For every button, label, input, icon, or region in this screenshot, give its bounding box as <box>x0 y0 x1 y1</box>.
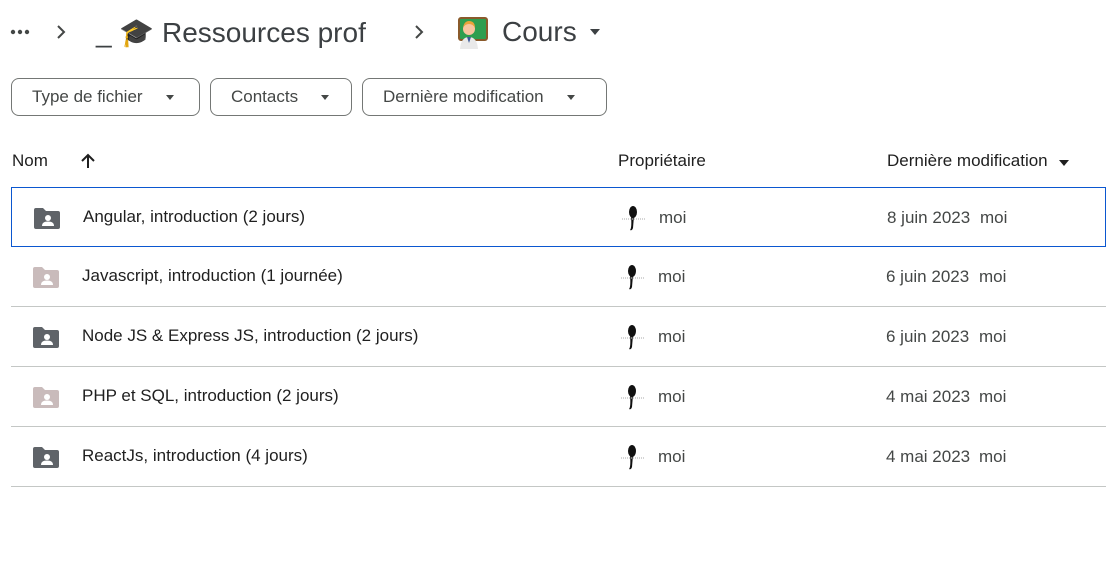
file-list: Angular, introduction (2 jours) moi 8 ju… <box>11 187 1106 487</box>
teacher-emoji-icon <box>458 17 488 49</box>
shared-folder-icon <box>33 327 59 348</box>
shared-folder-icon <box>33 447 59 468</box>
owner-avatar <box>619 263 647 291</box>
table-row[interactable]: PHP et SQL, introduction (2 jours) moi 4… <box>11 367 1106 427</box>
modified-by: moi <box>979 327 1007 346</box>
sort-ascending-icon[interactable] <box>78 151 98 171</box>
modified-by: moi <box>980 208 1008 227</box>
file-name: ReactJs, introduction (4 jours) <box>82 446 308 465</box>
file-name: Node JS & Express JS, introduction (2 jo… <box>82 326 419 345</box>
filter-label: Contacts <box>231 87 299 106</box>
owner-label: moi <box>659 208 687 227</box>
file-name: Angular, introduction (2 jours) <box>83 207 306 226</box>
table-header: Nom Propriétaire Dernière modification <box>0 140 1106 186</box>
table-row[interactable]: Node JS & Express JS, introduction (2 jo… <box>11 307 1106 367</box>
file-name: PHP et SQL, introduction (2 jours) <box>82 386 339 405</box>
caret-down-icon <box>321 95 330 100</box>
breadcrumb: _ 🎓 Ressources prof Cours <box>0 0 1106 64</box>
owner-label: moi <box>658 327 686 346</box>
filter-bar: Type de fichier Contacts Dernière modifi… <box>11 78 607 116</box>
owner-label: moi <box>658 267 686 286</box>
sort-desc-caret-icon <box>1059 159 1070 166</box>
shared-folder-icon <box>34 208 60 229</box>
filter-contacts[interactable]: Contacts <box>210 78 352 116</box>
modified-date: 6 juin 2023 <box>886 327 970 346</box>
modified-by: moi <box>979 387 1007 406</box>
filter-last-modified[interactable]: Dernière modification <box>362 78 607 116</box>
table-row[interactable]: Angular, introduction (2 jours) moi 8 ju… <box>11 187 1106 247</box>
caret-down-icon <box>165 95 174 100</box>
file-name: Javascript, introduction (1 journée) <box>82 266 343 285</box>
chevron-right-icon <box>57 25 66 39</box>
more-horiz-icon[interactable] <box>8 20 32 44</box>
owner-avatar <box>619 443 647 471</box>
filter-file-type[interactable]: Type de fichier <box>11 78 200 116</box>
filter-label: Dernière modification <box>383 87 544 106</box>
modified-date: 6 juin 2023 <box>886 267 970 286</box>
breadcrumb-ressources-prof[interactable]: _ 🎓 Ressources prof <box>96 12 366 52</box>
owner-label: moi <box>658 447 686 466</box>
owner-avatar <box>619 383 647 411</box>
modified-by: moi <box>979 447 1007 466</box>
breadcrumb-cours[interactable]: Cours <box>456 12 603 52</box>
filter-label: Type de fichier <box>32 87 143 106</box>
owner-avatar <box>620 204 648 232</box>
table-row[interactable]: Javascript, introduction (1 journée) moi… <box>11 247 1106 307</box>
column-header-last-modified[interactable]: Dernière modification <box>887 151 1070 171</box>
chevron-right-icon <box>415 25 424 39</box>
modified-by: moi <box>979 267 1007 286</box>
shared-folder-icon <box>33 387 59 408</box>
caret-down-icon[interactable] <box>587 24 603 40</box>
owner-avatar <box>619 323 647 351</box>
breadcrumb-segment-label: _ 🎓 Ressources prof <box>96 16 366 48</box>
column-header-name[interactable]: Nom <box>12 151 48 171</box>
table-row[interactable]: ReactJs, introduction (4 jours) moi 4 ma… <box>11 427 1106 487</box>
modified-date: 8 juin 2023 <box>887 208 971 227</box>
breadcrumb-segment-label: Cours <box>502 16 577 47</box>
column-header-label: Dernière modification <box>887 151 1048 170</box>
caret-down-icon <box>566 95 575 100</box>
shared-folder-icon <box>33 267 59 288</box>
column-header-owner[interactable]: Propriétaire <box>618 151 706 171</box>
modified-date: 4 mai 2023 <box>886 447 971 466</box>
owner-label: moi <box>658 387 686 406</box>
modified-date: 4 mai 2023 <box>886 387 971 406</box>
